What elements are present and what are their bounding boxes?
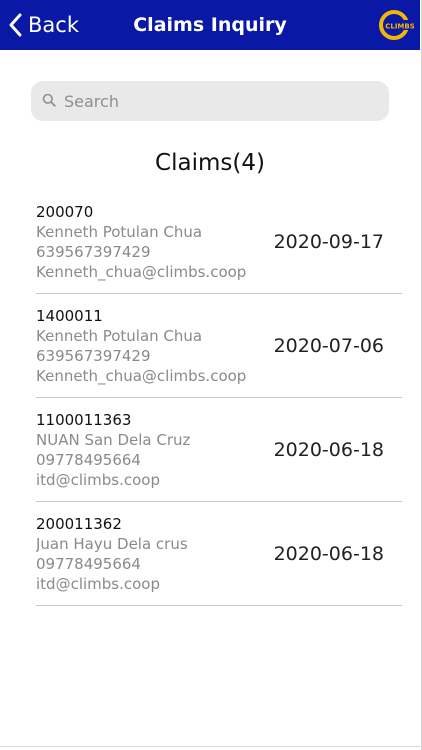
claim-number: 1100011363 bbox=[36, 411, 132, 429]
claim-number: 1400011 bbox=[36, 307, 103, 325]
claimant-name: Kenneth Potulan Chua bbox=[36, 223, 203, 241]
claims-inquiry-screen: Back Claims Inquiry CLIMBS Claims(4) 200… bbox=[0, 0, 422, 750]
navigation-bar: Back Claims Inquiry CLIMBS bbox=[0, 0, 420, 50]
search-bar[interactable] bbox=[31, 81, 389, 121]
logo-text: CLIMBS bbox=[385, 23, 414, 31]
claim-row[interactable]: 1100011363 NUAN San Dela Cruz 0977849566… bbox=[36, 398, 402, 502]
claimant-email: itd@climbs.coop bbox=[36, 575, 160, 593]
claimant-email: Kenneth_chua@climbs.coop bbox=[36, 263, 247, 281]
claim-number: 200011362 bbox=[36, 515, 122, 533]
climbs-logo: CLIMBS bbox=[378, 9, 415, 41]
claim-date: 2020-06-18 bbox=[273, 439, 384, 461]
claim-row[interactable]: 200011362 Juan Hayu Dela crus 0977849566… bbox=[36, 502, 402, 606]
claims-list: 200070 Kenneth Potulan Chua 639567397429… bbox=[36, 190, 402, 606]
claimant-email: itd@climbs.coop bbox=[36, 471, 160, 489]
claimant-phone: 639567397429 bbox=[36, 243, 151, 261]
claimant-name: Kenneth Potulan Chua bbox=[36, 327, 203, 345]
bottom-divider bbox=[0, 746, 420, 747]
claimant-name: NUAN San Dela Cruz bbox=[36, 431, 191, 449]
claimant-phone: 639567397429 bbox=[36, 347, 151, 365]
claim-info: 200011362 Juan Hayu Dela crus 0977849566… bbox=[36, 514, 262, 594]
back-label: Back bbox=[28, 13, 79, 37]
claim-info: 200070 Kenneth Potulan Chua 639567397429… bbox=[36, 202, 262, 282]
claim-number: 200070 bbox=[36, 203, 94, 221]
claimant-phone: 09778495664 bbox=[36, 555, 141, 573]
claim-date: 2020-07-06 bbox=[273, 335, 384, 357]
claim-row[interactable]: 1400011 Kenneth Potulan Chua 63956739742… bbox=[36, 294, 402, 398]
chevron-left-icon bbox=[8, 13, 22, 37]
claim-date: 2020-09-17 bbox=[273, 231, 384, 253]
claimant-name: Juan Hayu Dela crus bbox=[36, 535, 188, 553]
claim-date: 2020-06-18 bbox=[273, 543, 384, 565]
claim-info: 1400011 Kenneth Potulan Chua 63956739742… bbox=[36, 306, 262, 386]
claim-info: 1100011363 NUAN San Dela Cruz 0977849566… bbox=[36, 410, 262, 490]
search-input[interactable] bbox=[64, 91, 364, 111]
claimant-email: Kenneth_chua@climbs.coop bbox=[36, 367, 247, 385]
back-button[interactable]: Back bbox=[8, 0, 79, 50]
claim-row[interactable]: 200070 Kenneth Potulan Chua 639567397429… bbox=[36, 190, 402, 294]
claimant-phone: 09778495664 bbox=[36, 451, 141, 469]
claims-count-heading: Claims(4) bbox=[155, 150, 265, 176]
search-icon bbox=[42, 92, 56, 111]
